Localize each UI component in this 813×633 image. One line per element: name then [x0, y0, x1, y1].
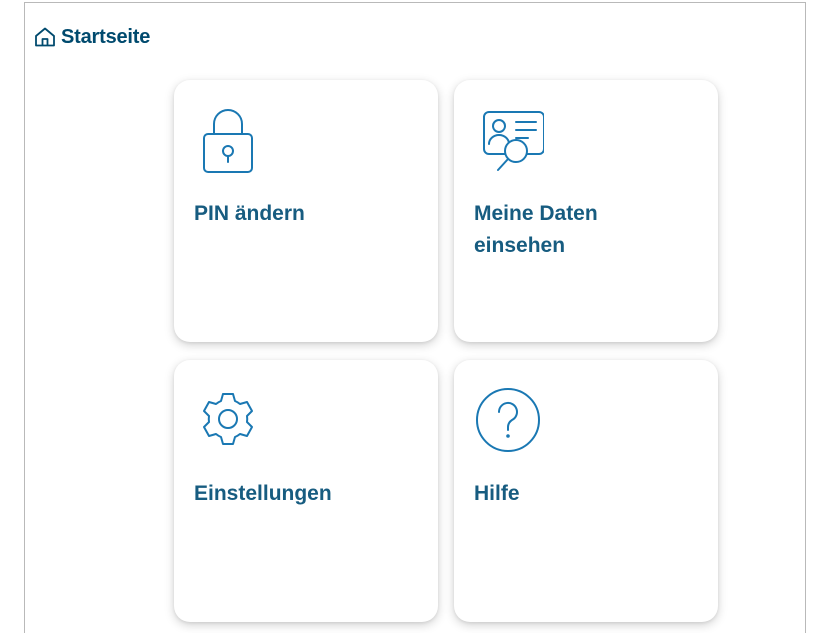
breadcrumb[interactable]: Startseite	[33, 25, 150, 49]
tile-help[interactable]: Hilfe	[454, 360, 718, 622]
home-icon	[33, 25, 57, 49]
page-title: Startseite	[61, 25, 151, 48]
tile-label: Hilfe	[474, 482, 520, 505]
gear-icon	[192, 384, 264, 456]
tile-label: Einstellungen	[194, 482, 332, 505]
question-circle-icon	[472, 384, 544, 456]
app-window: Startseite PIN ändern Meine Daten einseh…	[24, 2, 806, 633]
lock-icon	[192, 104, 264, 176]
tile-label: Meine Daten einsehen	[474, 202, 598, 257]
tile-change-pin[interactable]: PIN ändern	[174, 80, 438, 342]
tile-view-my-data[interactable]: Meine Daten einsehen	[454, 80, 718, 342]
tile-label: PIN ändern	[194, 202, 305, 225]
tile-settings[interactable]: Einstellungen	[174, 360, 438, 622]
id-card-search-icon	[472, 104, 545, 176]
